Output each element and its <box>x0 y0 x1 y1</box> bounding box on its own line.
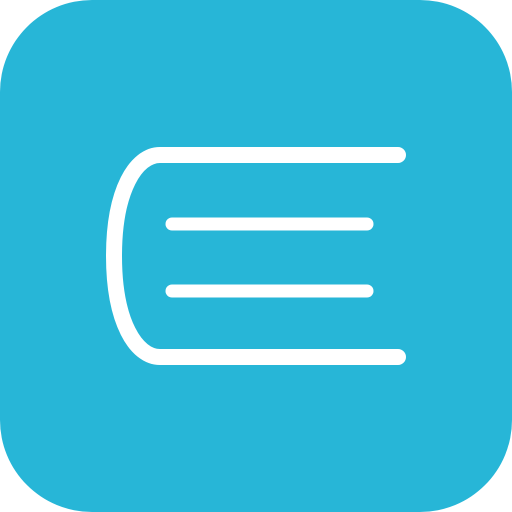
book-icon <box>0 0 512 512</box>
app-icon[interactable] <box>0 0 512 512</box>
icon-background <box>0 0 512 512</box>
